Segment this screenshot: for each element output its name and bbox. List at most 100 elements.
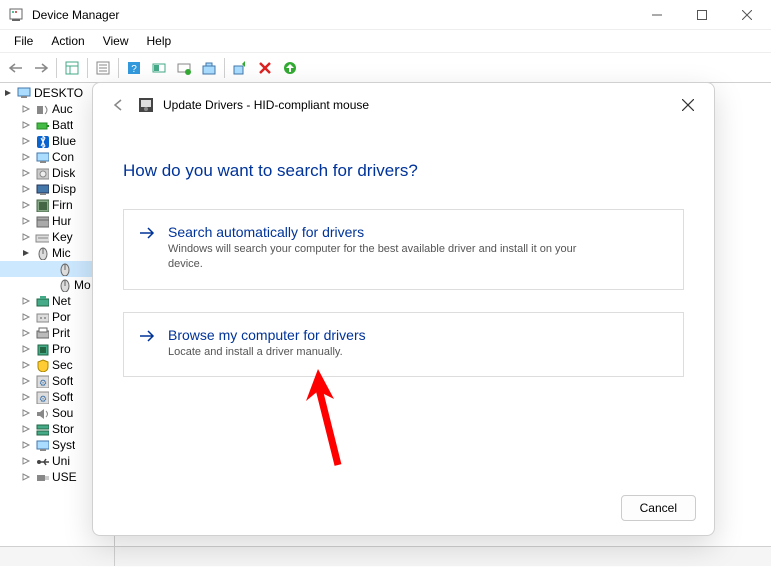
expand-icon[interactable]	[20, 119, 32, 131]
sound-icon	[34, 405, 50, 421]
search-auto-title: Search automatically for drivers	[168, 224, 667, 240]
tree-item-label: Mic	[52, 246, 71, 260]
expand-icon[interactable]	[20, 407, 32, 419]
tree-item-label: Stor	[52, 422, 74, 436]
svg-text:?: ?	[131, 64, 137, 75]
expand-icon[interactable]	[20, 231, 32, 243]
firmware-icon	[34, 197, 50, 213]
expand-icon[interactable]	[20, 311, 32, 323]
browse-option[interactable]: Browse my computer for drivers Locate an…	[123, 312, 684, 377]
expand-icon[interactable]	[20, 375, 32, 387]
expand-icon[interactable]	[20, 471, 32, 483]
dialog-back-button[interactable]	[107, 93, 131, 117]
expand-icon[interactable]	[20, 151, 32, 163]
tree-item-label: Disp	[52, 182, 76, 196]
bluetooth-icon	[34, 133, 50, 149]
expand-icon[interactable]	[20, 183, 32, 195]
tree-item-label: Firn	[52, 198, 73, 212]
tree-item-label: Sec	[52, 358, 73, 372]
expand-icon[interactable]	[20, 343, 32, 355]
arrow-right-icon	[138, 329, 156, 346]
expand-icon[interactable]	[20, 391, 32, 403]
uninstall-button[interactable]	[197, 56, 221, 80]
menu-view[interactable]: View	[95, 32, 137, 50]
add-device-button[interactable]	[278, 56, 302, 80]
properties-button[interactable]	[91, 56, 115, 80]
update-driver-button[interactable]	[172, 56, 196, 80]
disable-button[interactable]	[253, 56, 277, 80]
show-hide-tree-button[interactable]	[60, 56, 84, 80]
expand-icon[interactable]	[20, 135, 32, 147]
menu-help[interactable]: Help	[139, 32, 180, 50]
tree-item-label: Auc	[52, 102, 73, 116]
menubar: File Action View Help	[0, 30, 771, 53]
mouse-icon	[34, 245, 50, 261]
system-icon	[34, 437, 50, 453]
maximize-button[interactable]	[679, 0, 724, 29]
browse-title: Browse my computer for drivers	[168, 327, 667, 343]
tree-item-label: Mo	[74, 278, 91, 292]
tree-item-label: Hur	[52, 214, 71, 228]
print-icon	[34, 325, 50, 341]
menu-action[interactable]: Action	[43, 32, 92, 50]
battery-icon	[34, 117, 50, 133]
close-button[interactable]	[724, 0, 769, 29]
usb-icon	[34, 453, 50, 469]
minimize-button[interactable]	[634, 0, 679, 29]
expand-icon[interactable]	[20, 199, 32, 211]
expand-icon[interactable]	[20, 359, 32, 371]
storage-icon	[34, 421, 50, 437]
expand-icon[interactable]	[20, 103, 32, 115]
usb-connector-icon	[34, 469, 50, 485]
collapse-icon[interactable]	[20, 247, 32, 259]
tree-item-label: Disk	[52, 166, 75, 180]
security-icon	[34, 357, 50, 373]
hid-icon	[34, 213, 50, 229]
tree-item-label: Blue	[52, 134, 76, 148]
tree-item-label: Soft	[52, 390, 73, 404]
arrow-right-icon	[138, 226, 156, 243]
browse-sub: Locate and install a driver manually.	[168, 345, 608, 360]
ports-icon	[34, 309, 50, 325]
tree-item-label: Con	[52, 150, 74, 164]
tree-item-label: Sou	[52, 406, 73, 420]
tree-item-label: Batt	[52, 118, 73, 132]
tree-item-label: Soft	[52, 374, 73, 388]
forward-button[interactable]	[29, 56, 53, 80]
tree-item-label: Por	[52, 310, 71, 324]
tree-item-label: Syst	[52, 438, 75, 452]
expand-icon[interactable]	[20, 167, 32, 179]
tree-item-label: Pro	[52, 342, 71, 356]
tree-item-label: Prit	[52, 326, 70, 340]
search-auto-option[interactable]: Search automatically for drivers Windows…	[123, 209, 684, 290]
software-icon: ⚙	[34, 373, 50, 389]
expand-icon[interactable]	[20, 215, 32, 227]
expand-icon[interactable]	[20, 439, 32, 451]
enable-button[interactable]	[228, 56, 252, 80]
scan-hardware-button[interactable]	[147, 56, 171, 80]
help-button[interactable]: ?	[122, 56, 146, 80]
search-auto-sub: Windows will search your computer for th…	[168, 242, 608, 273]
window-title: Device Manager	[32, 8, 634, 22]
expand-icon[interactable]	[20, 423, 32, 435]
expand-icon[interactable]	[20, 295, 32, 307]
svg-text:⚙: ⚙	[39, 378, 47, 388]
driver-disk-icon	[137, 96, 155, 114]
mouse-icon	[56, 261, 72, 277]
keyboard-icon	[34, 229, 50, 245]
computer-icon	[16, 85, 32, 101]
dialog-close-button[interactable]	[674, 91, 702, 119]
titlebar: Device Manager	[0, 0, 771, 30]
tree-item-label: Net	[52, 294, 71, 308]
collapse-icon[interactable]	[2, 87, 14, 99]
cancel-button[interactable]: Cancel	[621, 495, 696, 521]
back-button[interactable]	[4, 56, 28, 80]
tree-root-label: DESKTO	[34, 86, 83, 100]
menu-file[interactable]: File	[6, 32, 41, 50]
dialog-heading: How do you want to search for drivers?	[123, 161, 684, 181]
expand-icon[interactable]	[20, 327, 32, 339]
expand-icon[interactable]	[20, 455, 32, 467]
statusbar	[0, 546, 771, 566]
mouse-icon	[56, 277, 72, 293]
software-icon: ⚙	[34, 389, 50, 405]
